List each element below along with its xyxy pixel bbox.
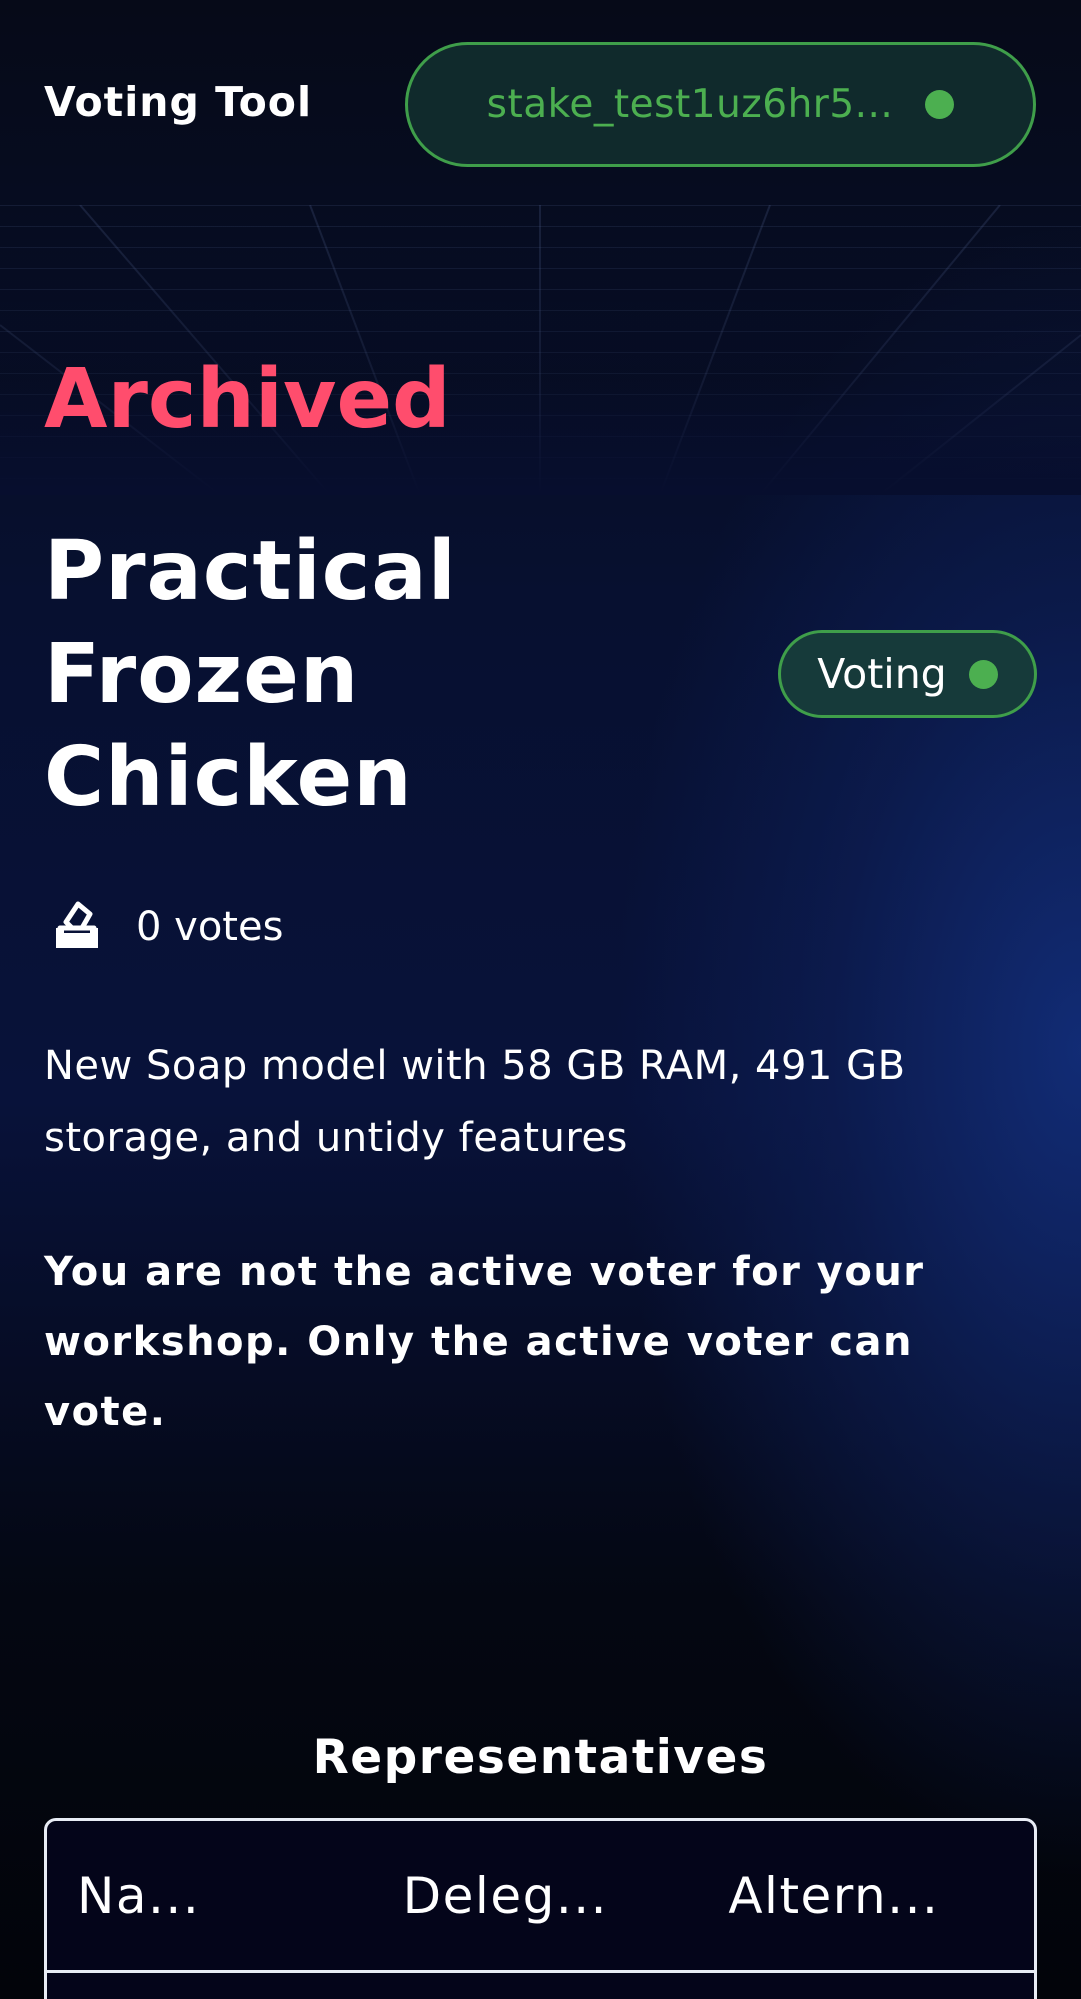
wallet-address: stake_test1uz6hr5... [486, 82, 894, 127]
connected-status-dot-icon [925, 90, 955, 119]
votes-count-row: 0 votes [50, 898, 283, 956]
app-brand[interactable]: Voting Tool [44, 78, 312, 126]
votes-count: 0 votes [136, 904, 284, 950]
voting-status-badge: Voting [778, 630, 1037, 718]
proposal-description: New Soap model with 58 GB RAM, 491 GB st… [44, 1043, 906, 1161]
column-header-alternate[interactable]: Altern... [708, 1867, 1034, 1925]
representatives-heading: Representatives [312, 1730, 769, 1785]
column-header-name[interactable]: Na... [47, 1867, 383, 1925]
voting-status-dot-icon [968, 659, 998, 689]
proposal-title: Practical Frozen Chicken [44, 524, 457, 825]
wallet-connect-button[interactable]: stake_test1uz6hr5... [405, 42, 1036, 167]
inactive-voter-notice: You are not the active voter for your wo… [44, 1249, 925, 1435]
column-header-delegate[interactable]: Deleg... [383, 1867, 709, 1925]
proposal-status-heading: Archived [44, 352, 451, 447]
table-header-row: Na... Deleg... Altern... [47, 1821, 1034, 1973]
app-header: Voting Tool stake_test1uz6hr5... [0, 0, 1081, 205]
page: Voting Tool stake_test1uz6hr5... Archive… [0, 0, 1081, 1999]
ballot-box-icon [50, 898, 104, 956]
grid-fade [0, 205, 1081, 495]
representatives-table: Na... Deleg... Altern... [44, 1818, 1037, 1999]
voting-badge-label: Voting [817, 650, 947, 698]
